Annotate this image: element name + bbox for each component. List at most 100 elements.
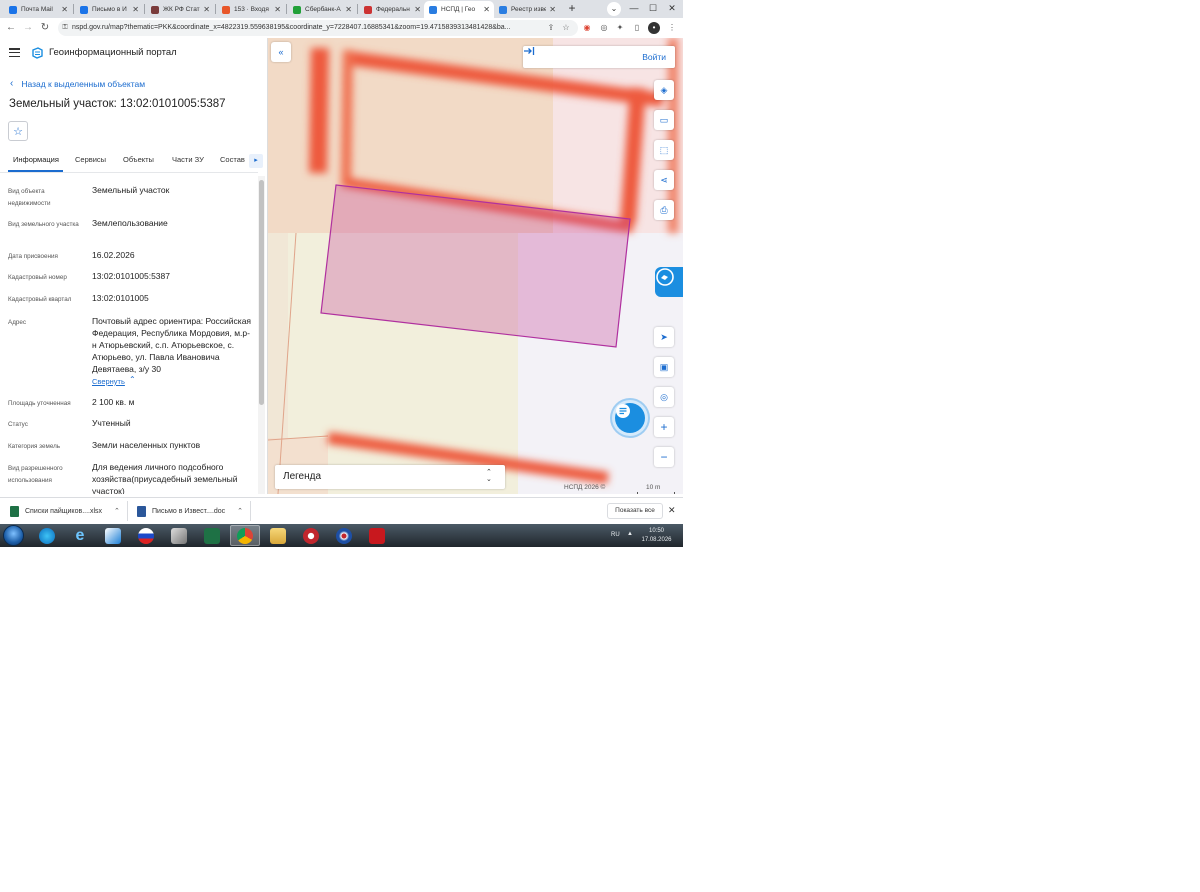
ruler-icon[interactable]: ▭ [654, 110, 674, 130]
chevron-up-icon[interactable]: ⌃ [237, 507, 243, 515]
page-title: Земельный участок: 13:02:0101005:5387 [9, 98, 226, 110]
browser-tab-sberbank[interactable]: Сбербанк-А ✕ [288, 1, 356, 18]
browser-tab-nspd[interactable]: НСПД | Гео ✕ [424, 1, 494, 18]
zoom-in-button[interactable]: + [654, 417, 674, 437]
taskbar-edge-icon[interactable] [32, 525, 62, 546]
map-view[interactable]: « Войти ◈ ▭ ⬚ ⋖ ⎙ ➤ ▣ ◎ + − Легенда ⌃ ⌄ … [267, 38, 683, 494]
extension-icon[interactable]: ◎ [598, 22, 610, 34]
favorite-star-button[interactable]: ☆ [8, 121, 28, 141]
browser-tab-letter[interactable]: Письмо в И ✕ [75, 1, 143, 18]
download-item-xlsx[interactable]: Списки пайщиков....xlsx ⌃ [10, 502, 120, 520]
tab-information[interactable]: Информация [13, 155, 59, 164]
start-button[interactable] [3, 525, 24, 546]
bookmark-star-icon[interactable]: ☆ [560, 22, 572, 34]
browser-tab-housing-code[interactable]: ЖК РФ Стат ✕ [146, 1, 214, 18]
taskbar-app-icon[interactable] [164, 525, 194, 546]
maximize-icon[interactable]: ☐ [645, 2, 661, 15]
close-tab-icon[interactable]: ✕ [274, 5, 281, 14]
side-panel-icon[interactable]: ▯ [631, 22, 643, 34]
gosuslugi-icon[interactable] [655, 267, 683, 297]
tabs-scroll-right-icon[interactable]: ▸ [249, 154, 263, 168]
word-file-icon [137, 505, 146, 517]
print-icon[interactable]: ⎙ [654, 200, 674, 220]
new-tab-button[interactable]: + [565, 2, 579, 16]
info-value: 16.02.2026 [92, 250, 135, 260]
info-value[interactable]: 13:02:0101005:5387 [92, 270, 254, 282]
tab-parcel-parts[interactable]: Части ЗУ [172, 155, 204, 164]
collapse-address-link[interactable]: Свернуть [92, 377, 125, 386]
taskbar-chrome-icon[interactable] [230, 525, 260, 546]
close-tab-icon[interactable]: ✕ [549, 5, 556, 14]
tray-expand-icon[interactable]: ▲ [627, 531, 633, 537]
info-value: Землепользование [92, 218, 168, 228]
legend-dropdown[interactable]: Легенда ⌃ ⌄ [275, 465, 505, 489]
close-tab-icon[interactable]: ✕ [203, 5, 210, 14]
share-icon[interactable]: ⇪ [545, 22, 557, 34]
search-location-icon[interactable]: ◎ [654, 387, 674, 407]
tab-services[interactable]: Сервисы [75, 155, 106, 164]
hamburger-menu-icon[interactable] [9, 48, 20, 58]
chat-button[interactable] [615, 403, 645, 433]
nspd-icon [429, 5, 437, 14]
chevron-up-icon[interactable]: ⌃ [114, 507, 120, 515]
close-tab-icon[interactable]: ✕ [345, 5, 352, 14]
minimize-icon[interactable]: — [626, 2, 642, 15]
portal-title[interactable]: Геоинформационный портал [49, 47, 177, 58]
my-location-icon[interactable]: ➤ [654, 327, 674, 347]
close-tab-icon[interactable]: ✕ [414, 5, 421, 14]
extensions-puzzle-icon[interactable]: ✦ [614, 22, 626, 34]
info-value[interactable]: 13:02:0101005 [92, 292, 254, 304]
object-info-panel: ‹ Назад к выделенным объектам Земельный … [0, 68, 267, 494]
menu-dots-icon[interactable]: ⋮ [666, 22, 678, 34]
language-indicator[interactable]: RU [611, 532, 620, 538]
close-tab-icon[interactable]: ✕ [132, 5, 139, 14]
taskbar-app-icon[interactable] [329, 525, 359, 546]
info-value: Земельный участок [92, 185, 170, 195]
select-area-icon[interactable]: ⬚ [654, 140, 674, 160]
show-all-downloads-button[interactable]: Показать все [607, 503, 663, 519]
minimap-icon[interactable]: ▣ [654, 357, 674, 377]
panel-scrollbar-thumb[interactable] [259, 180, 264, 405]
share-icon[interactable]: ⋖ [654, 170, 674, 190]
close-tab-icon[interactable]: ✕ [483, 5, 490, 14]
chevron-up-icon[interactable]: ⌃ [129, 375, 136, 384]
back-arrow-icon[interactable]: ← [4, 21, 18, 35]
taskbar: e RU ▲ 10:50 17.08.2026 [0, 524, 683, 547]
tab-objects[interactable]: Объекты [123, 155, 154, 164]
info-value: Учтенный [92, 418, 131, 428]
collapse-panel-button[interactable]: « [271, 42, 291, 62]
expand-collapse-icon: ⌃ ⌄ [486, 469, 492, 483]
browser-tab-mail[interactable]: Почта Mail ✕ [4, 1, 72, 18]
profile-avatar-icon[interactable]: • [648, 22, 660, 34]
tab-search-button[interactable]: ⌄ [607, 2, 621, 16]
browser-tab-registry[interactable]: Реестр изве ✕ [494, 1, 560, 18]
layers-icon[interactable]: ◈ [654, 80, 674, 100]
taskbar-flag-icon[interactable] [131, 525, 161, 546]
extension-icon[interactable]: ◉ [581, 22, 593, 34]
taskbar-ie-icon[interactable]: e [65, 525, 95, 546]
portal-logo-icon [32, 47, 43, 59]
taskbar-app-icon[interactable] [98, 525, 128, 546]
browser-tab-federal[interactable]: Федеральн ✕ [359, 1, 425, 18]
close-icon[interactable]: ✕ [668, 505, 676, 516]
download-item-doc[interactable]: Письмо в Извест....doc ⌃ [137, 502, 243, 520]
forward-arrow-icon[interactable]: → [21, 21, 35, 35]
taskbar-app-icon[interactable] [296, 525, 326, 546]
close-window-icon[interactable]: ✕ [664, 2, 680, 15]
address-bar[interactable]: ⚿ nspd.gov.ru/map?thematic=PKK&coordinate… [58, 20, 578, 36]
download-filename: Письмо в Извест....doc [152, 507, 226, 515]
browser-tab-strip: Почта Mail ✕ Письмо в И ✕ ЖК РФ Стат ✕ 1… [0, 0, 683, 18]
back-to-selected-link[interactable]: ‹ Назад к выделенным объектам [10, 78, 145, 89]
system-clock[interactable]: 10:50 17.08.2026 [634, 527, 679, 545]
message-icon [656, 268, 674, 286]
taskbar-pdf-icon[interactable] [362, 525, 392, 546]
browser-tab-inbox[interactable]: 153 · Входя ✕ [217, 1, 285, 18]
taskbar-explorer-icon[interactable] [263, 525, 293, 546]
tab-composition[interactable]: Состав [220, 155, 245, 164]
login-button[interactable]: Войти [523, 46, 675, 68]
close-tab-icon[interactable]: ✕ [61, 5, 68, 14]
zoom-out-button[interactable]: − [654, 447, 674, 467]
taskbar-excel-icon[interactable] [197, 525, 227, 546]
site-info-icon[interactable]: ⚿ [58, 20, 72, 36]
reload-icon[interactable]: ↻ [38, 21, 52, 35]
